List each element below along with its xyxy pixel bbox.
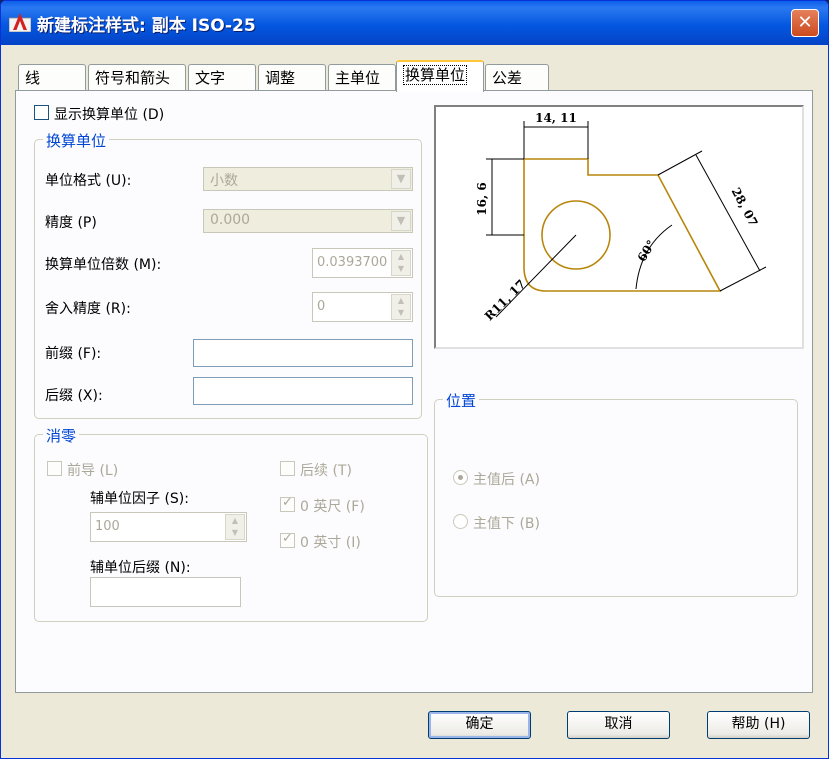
alt-units-group-title: 换算单位: [43, 130, 110, 151]
zero-suppression-group: 消零 前导 (L) 辅单位因子 (S): 100 ▲ ▼ 辅单位后缀 (N): 后…: [34, 425, 428, 622]
unit-format-select[interactable]: 小数 ▼: [203, 167, 413, 191]
suffix-input[interactable]: [193, 377, 413, 405]
leading-zero-checkbox[interactable]: [47, 461, 62, 476]
alt-units-group: 换算单位 单位格式 (U): 小数 ▼ 精度 (P) 0.000 ▼ 换算单位倍…: [34, 130, 422, 419]
sub-unit-factor-value: 100: [95, 519, 120, 534]
multiplier-value: 0.0393700: [317, 255, 388, 270]
help-button[interactable]: 帮助 (H): [707, 711, 810, 739]
autocad-app-icon: [9, 13, 31, 32]
prefix-label: 前缀 (F):: [45, 346, 102, 362]
tab-primary-units[interactable]: 主单位: [328, 64, 396, 90]
dim-left-text: 16, 6: [475, 182, 489, 215]
tab-fit[interactable]: 调整: [258, 64, 326, 90]
dim-top-text: 14, 11: [535, 111, 577, 125]
tab-label: 调整: [265, 69, 296, 87]
tab-lines[interactable]: 线: [18, 64, 86, 90]
tab-label: 换算单位: [403, 65, 468, 85]
precision-value: 0.000: [210, 212, 251, 228]
dim-angle-text: 60°: [635, 238, 659, 265]
round-off-spinner[interactable]: 0 ▲ ▼: [312, 292, 413, 322]
tab-label: 符号和箭头: [95, 69, 171, 87]
part-outline: [523, 158, 722, 292]
placement-group-title: 位置: [443, 390, 480, 411]
sub-unit-suffix-input[interactable]: [90, 577, 241, 607]
sub-unit-factor-label: 辅单位因子 (S):: [90, 491, 189, 507]
unit-format-label: 单位格式 (U):: [45, 173, 132, 189]
chevron-down-icon: ▼: [391, 169, 411, 189]
close-button[interactable]: ✕: [791, 9, 819, 37]
display-alt-units-checkbox[interactable]: [34, 105, 49, 120]
preview-drawing: 14, 11 16, 6 28, 07 60° R11, 17: [475, 111, 767, 323]
round-off-value: 0: [317, 299, 326, 314]
below-primary-radio[interactable]: [453, 514, 468, 529]
precision-label: 精度 (P): [45, 215, 97, 231]
tab-label: 主单位: [335, 69, 381, 87]
prefix-input[interactable]: [193, 339, 413, 367]
sub-unit-factor-spinner[interactable]: 100 ▲ ▼: [90, 512, 247, 542]
tab-label: 公差: [492, 69, 523, 87]
tab-label: 文字: [195, 69, 226, 87]
suffix-label: 后缀 (X):: [45, 388, 103, 404]
spinner-arrows-icon[interactable]: ▲ ▼: [391, 250, 411, 276]
zero-suppression-group-title: 消零: [43, 425, 80, 446]
cancel-button[interactable]: 取消: [567, 711, 670, 739]
dimension-preview: 14, 11 16, 6 28, 07 60° R11, 17: [434, 105, 804, 349]
tab-tolerances[interactable]: 公差: [485, 64, 549, 90]
tab-text[interactable]: 文字: [188, 64, 256, 90]
dim-left-lines: [486, 158, 524, 236]
round-off-label: 舍入精度 (R):: [45, 301, 131, 317]
unit-format-value: 小数: [210, 173, 238, 189]
spinner-arrows-icon[interactable]: ▲ ▼: [225, 514, 245, 540]
spinner-arrows-icon[interactable]: ▲ ▼: [391, 294, 411, 320]
tab-symbols-arrows[interactable]: 符号和箭头: [88, 64, 186, 90]
dim-radius-text: R11, 17: [482, 277, 528, 323]
tab-alternate-units[interactable]: 换算单位: [396, 60, 484, 92]
multiplier-label: 换算单位倍数 (M):: [45, 257, 162, 273]
zero-inches-checkbox[interactable]: [280, 531, 295, 548]
title-bar[interactable]: 新建标注样式: 副本 ISO-25 ✕: [1, 1, 828, 45]
trailing-zero-label: 后续 (T): [300, 463, 352, 479]
below-primary-label: 主值下 (B): [473, 516, 540, 532]
placement-group: 位置 主值后 (A) 主值下 (B): [434, 390, 798, 597]
precision-select[interactable]: 0.000 ▼: [203, 209, 413, 233]
leading-zero-label: 前导 (L): [67, 463, 119, 479]
after-primary-label: 主值后 (A): [473, 472, 540, 488]
after-primary-radio[interactable]: [453, 470, 468, 485]
chevron-down-icon: ▼: [391, 211, 411, 231]
dialog-window: 新建标注样式: 副本 ISO-25 ✕ 线 符号和箭头 文字 调整 主单位 换算…: [0, 0, 829, 759]
window-title: 新建标注样式: 副本 ISO-25: [37, 16, 256, 36]
zero-inches-label: 0 英寸 (I): [300, 535, 361, 551]
zero-feet-checkbox[interactable]: [280, 495, 295, 512]
tab-label: 线: [25, 69, 41, 87]
sub-unit-suffix-label: 辅单位后缀 (N):: [90, 560, 191, 576]
zero-feet-label: 0 英尺 (F): [300, 499, 365, 515]
multiplier-spinner[interactable]: 0.0393700 ▲ ▼: [312, 248, 413, 278]
alternate-units-panel: 显示换算单位 (D) 换算单位 单位格式 (U): 小数 ▼ 精度 (P) 0.…: [15, 90, 813, 693]
trailing-zero-checkbox[interactable]: [280, 461, 295, 476]
ok-button[interactable]: 确定: [428, 711, 531, 739]
dim-top-lines: [523, 121, 589, 159]
display-alt-units-label: 显示换算单位 (D): [54, 107, 165, 123]
